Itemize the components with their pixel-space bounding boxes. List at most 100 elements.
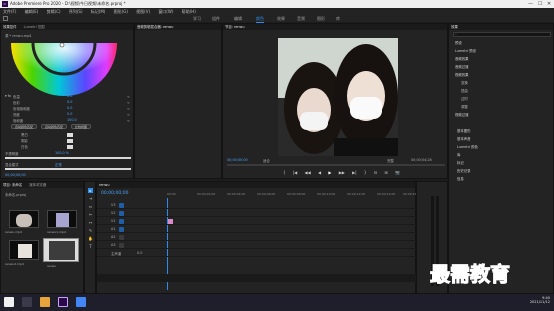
extra-item-5[interactable]: 历史记录 [457, 168, 471, 173]
workspace-color[interactable]: 颜色 [256, 15, 264, 23]
tab-effects[interactable]: 效果 [451, 25, 458, 29]
extra-item-1[interactable]: 基本声音 [457, 136, 471, 141]
menu-clip[interactable]: 剪辑(C) [47, 9, 61, 14]
track-target-a3[interactable] [119, 243, 124, 248]
step-forward-button[interactable]: ▶▶ [339, 170, 345, 175]
auto-match-button-1[interactable]: 自动颜色匹配 [11, 124, 37, 129]
workspace-learn[interactable]: 学习 [193, 15, 201, 22]
lift-button[interactable]: ⊟ [374, 170, 377, 175]
opacity-slider[interactable] [5, 157, 131, 159]
workspace-graphics[interactable]: 图形 [317, 15, 325, 22]
effects-tree-item[interactable]: 调整 [461, 104, 468, 109]
pen-tool-icon[interactable]: ✎ [88, 228, 93, 233]
row-value-2[interactable]: 0.0 [67, 106, 72, 110]
row-value-3[interactable]: 0.0 [67, 112, 72, 116]
track-target-v1[interactable] [119, 219, 124, 224]
extra-item-3[interactable]: 库 [457, 152, 460, 157]
selection-tool-icon[interactable]: ▸ [88, 188, 93, 193]
type-tool-icon[interactable]: T [88, 244, 93, 249]
effects-tree-item[interactable]: 视频过渡 [455, 112, 469, 117]
tab-program[interactable]: 节目: renwu [225, 25, 244, 29]
maximize-button[interactable]: ☐ [538, 0, 542, 8]
track-select-tool-icon[interactable]: ⇥ [88, 196, 93, 201]
slider-swatch-0[interactable] [67, 133, 73, 137]
track-target-a2[interactable] [119, 235, 124, 240]
reset-icons[interactable]: ⟲ ⟲ ⟲ ⟲ ⟲ [127, 94, 131, 123]
search-icon[interactable] [22, 297, 32, 307]
effects-tree-item[interactable]: 预设 [455, 40, 462, 45]
fx-row-value-0[interactable]: 100.0 % [55, 151, 69, 155]
menu-sequence[interactable]: 序列(S) [69, 9, 83, 14]
effects-tree-item[interactable]: Lumetri 预设 [455, 48, 476, 53]
tab-effect-controls[interactable]: 效果控件 [3, 25, 17, 29]
menu-edit[interactable]: 编辑(E) [25, 9, 39, 14]
workspace-editing[interactable]: 编辑 [234, 15, 242, 22]
extract-button[interactable]: ⊞ [384, 170, 387, 175]
minimize-button[interactable]: — [528, 0, 533, 8]
effects-tree-item[interactable]: 变换 [461, 80, 468, 85]
scale-dropdown[interactable]: 完整 [387, 158, 394, 163]
premiere-taskbar-icon[interactable] [58, 297, 68, 307]
clock[interactable]: 9:40 2021/11/12 [520, 296, 550, 304]
razor-tool-icon[interactable]: ✂ [88, 212, 93, 217]
extra-item-6[interactable]: 信息 [457, 176, 464, 181]
tab-sequence[interactable]: renwu [99, 183, 109, 187]
program-scrubber[interactable] [227, 164, 445, 166]
effects-tree-item[interactable]: 过时 [461, 96, 468, 101]
clip-thumb-2[interactable] [9, 240, 39, 260]
start-icon[interactable] [4, 297, 14, 307]
row-value-4[interactable]: 100.0 [67, 118, 77, 122]
timeline-ruler[interactable]: 00;00 00;00;02;00 00;00;04;00 00;00;06;0… [167, 190, 421, 198]
ripple-edit-tool-icon[interactable]: ⇔ [88, 204, 93, 209]
slip-tool-icon[interactable]: ↔ [88, 220, 93, 225]
play-back-button[interactable]: ◀ [318, 170, 321, 175]
export-frame-icon[interactable]: 📷 [395, 170, 400, 175]
slider-swatch-1[interactable] [67, 139, 73, 143]
close-button[interactable]: ✕ [547, 0, 551, 8]
track-target-v2[interactable] [119, 211, 124, 216]
menu-window[interactable]: 窗口(W) [158, 9, 173, 14]
mark-in-button[interactable]: { [283, 170, 286, 175]
clip-v1[interactable] [168, 219, 173, 224]
fit-dropdown[interactable]: 适合 [263, 158, 270, 163]
tab-lumetri-scopes[interactable]: Lumetri 范围 [24, 25, 45, 29]
fx-row-value-1[interactable]: 正常 [55, 162, 62, 167]
workspace-libraries[interactable]: 库 [336, 15, 340, 22]
workspace-audio[interactable]: 音频 [297, 15, 305, 22]
effects-tree-item[interactable]: 音频效果 [455, 56, 469, 61]
file-explorer-icon[interactable] [40, 297, 50, 307]
menu-file[interactable]: 文件(F) [3, 9, 16, 14]
master-value[interactable]: 0.0 [137, 251, 142, 255]
play-button[interactable]: ▶ [328, 170, 331, 175]
hand-tool-icon[interactable]: ✋ [88, 236, 93, 241]
home-icon[interactable] [3, 16, 8, 21]
menu-help[interactable]: 帮助(H) [182, 9, 196, 14]
menu-marker[interactable]: 标记(M) [91, 9, 106, 14]
tab-project[interactable]: 项目: 未命名 [3, 183, 22, 187]
track-target-a1[interactable] [119, 227, 124, 232]
row-value-1[interactable]: 0.0 [67, 100, 72, 104]
mark-out-button[interactable]: } [364, 170, 367, 175]
workspace-effects[interactable]: 效果 [277, 15, 285, 22]
timeline-timecode[interactable]: 00;00;00;00 [101, 191, 128, 196]
go-to-out-button[interactable]: ▶| [352, 170, 356, 175]
extra-item-2[interactable]: Lumetri 颜色 [457, 144, 478, 149]
slider-swatch-2[interactable] [67, 145, 73, 149]
menu-graphics[interactable]: 图形(G) [114, 9, 128, 14]
auto-match-button-2[interactable]: 自动颜色匹配 [41, 124, 67, 129]
track-target-v3[interactable] [119, 203, 124, 208]
row-value-0[interactable]: 0.0 [67, 94, 72, 98]
effects-search-input[interactable]: ⌕ [453, 32, 551, 37]
tab-audio-clip-mixer[interactable]: 音频剪辑混合器: renwu [137, 25, 173, 29]
blend-slider[interactable] [5, 168, 131, 170]
workspace-assembly[interactable]: 组件 [212, 15, 220, 22]
clip-thumb-3[interactable] [43, 238, 79, 262]
clip-thumb-1[interactable] [47, 210, 77, 228]
tab-media-browser[interactable]: 媒体浏览器 [29, 183, 46, 187]
compare-view-button[interactable]: 比较视图 [71, 124, 91, 129]
extra-item-4[interactable]: 标记 [457, 160, 464, 165]
effects-tree-item[interactable]: 音频过渡 [455, 64, 469, 69]
program-timecode-left[interactable]: 00;00;00;00 [227, 158, 248, 162]
browser-icon[interactable] [76, 297, 86, 307]
step-back-button[interactable]: ◀◀ [305, 170, 311, 175]
